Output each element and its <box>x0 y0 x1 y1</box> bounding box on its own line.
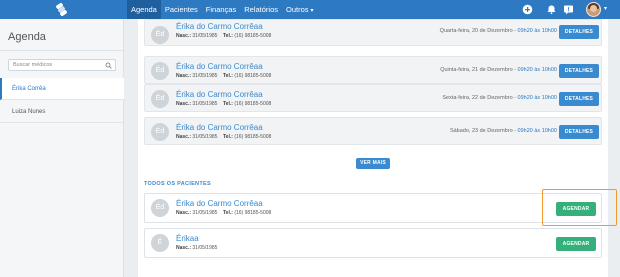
sidebar-title: Agenda <box>8 31 46 43</box>
patient-info: Nasc.: 31/05/1985 Tel.: (16) 98185-5008 <box>176 33 272 39</box>
user-avatar[interactable] <box>586 2 601 17</box>
doctor-search-input[interactable] <box>9 60 105 70</box>
nav-financas-label: Finanças <box>205 5 237 14</box>
appointment-card: Éd Érika do Carmo Corrêaa Nasc.: 31/05/1… <box>144 84 602 112</box>
patient-avatar: Éd <box>151 62 169 80</box>
nav-agenda[interactable]: Agenda <box>127 0 161 19</box>
appointment-date: Quarta-feira, 20 de Dezembro - <box>439 28 518 34</box>
highlight-box <box>542 189 617 226</box>
patient-card: Éd Érika do Carmo Corrêaa Nasc.: 31/05/1… <box>144 193 602 223</box>
message-icon[interactable] <box>563 4 574 15</box>
appointment-card: Éd Érika do Carmo Corrêaa Nasc.: 31/05/1… <box>144 117 602 145</box>
patient-avatar: Éd <box>151 90 169 108</box>
appointment-date: Sexta-feira, 22 de Dezembro - <box>442 95 518 101</box>
schedule-button[interactable]: AGENDAR <box>556 237 596 251</box>
patient-avatar: É <box>151 234 169 252</box>
appointment-datetime: Sábado, 23 de Dezembro - 09h20 às 10h00 <box>450 128 557 134</box>
appointment-datetime: Sexta-feira, 22 de Dezembro - 09h20 às 1… <box>442 95 557 101</box>
appointment-date: Quinta-feira, 21 de Dezembro - <box>440 67 518 73</box>
chevron-down-icon: ▾ <box>310 8 314 14</box>
user-menu-chevron-icon[interactable]: ▾ <box>604 5 607 12</box>
patient-name[interactable]: Érika do Carmo Corrêaa <box>176 123 263 132</box>
nav-outros[interactable]: Outros ▾ <box>282 0 318 19</box>
avatar-face <box>590 5 597 12</box>
sidebar-item-label: Érika Corrêa <box>12 86 46 92</box>
patient-info: Nasc.: 31/05/1985 Tel.: (16) 98185-5008 <box>176 101 272 107</box>
appointment-datetime: Quinta-feira, 21 de Dezembro - 09h20 às … <box>440 67 557 73</box>
appointment-date: Sábado, 23 de Dezembro - <box>449 128 518 134</box>
patient-name[interactable]: Érika do Carmo Corrêaa <box>176 62 263 71</box>
nav-agenda-label: Agenda <box>131 5 157 14</box>
appointment-card: Éd Érika do Carmo Corrêaa Nasc.: 31/05/1… <box>144 56 602 84</box>
patient-info: Nasc.: 31/05/1985 <box>176 245 218 251</box>
appointment-time: 09h20 às 10h00 <box>517 28 557 34</box>
main-content: Éd Érika do Carmo Corrêaa Nasc.: 31/05/1… <box>138 19 608 277</box>
details-button[interactable]: DETALHES <box>559 125 599 139</box>
patient-name[interactable]: Érika do Carmo Corrêaa <box>176 199 263 208</box>
sidebar-item-label: Luiza Nunes <box>12 109 46 115</box>
nav-pacientes[interactable]: Pacientes <box>161 0 202 19</box>
patient-avatar: Éd <box>151 199 169 217</box>
appointment-datetime: Quarta-feira, 20 de Dezembro - 09h20 às … <box>440 28 557 34</box>
appointment-time: 09h20 às 10h00 <box>517 95 557 101</box>
patient-info: Nasc.: 31/05/1985 Tel.: (16) 98185-5008 <box>176 73 272 79</box>
patient-card: É Érikaa Nasc.: 31/05/1985 AGENDAR <box>144 228 602 258</box>
bell-icon[interactable] <box>546 4 557 15</box>
logo-area <box>0 0 124 19</box>
search-icon[interactable] <box>105 62 112 69</box>
sidebar: Agenda Érika Corrêa Luiza Nunes <box>0 19 124 277</box>
app-logo-icon[interactable] <box>55 3 68 16</box>
sidebar-item-luiza-nunes[interactable]: Luiza Nunes <box>0 101 124 123</box>
appointment-card: Éd Érika do Carmo Corrêaa Nasc.: 31/05/1… <box>144 19 602 46</box>
details-button[interactable]: DETALHES <box>559 25 599 39</box>
add-icon[interactable] <box>522 4 533 15</box>
nav-relatorios[interactable]: Relatórios <box>240 0 282 19</box>
main-nav: Agenda Pacientes Finanças Relatórios Out… <box>127 0 318 19</box>
nav-relatorios-label: Relatórios <box>244 5 278 14</box>
patient-name[interactable]: Érikaa <box>176 234 199 243</box>
details-button[interactable]: DETALHES <box>559 64 599 78</box>
see-more-button[interactable]: VER MAIS <box>356 158 390 169</box>
patient-info: Nasc.: 31/05/1985 Tel.: (16) 98185-5008 <box>176 210 272 216</box>
section-title-all-patients: TODOS OS PACIENTES <box>144 181 211 187</box>
patient-name[interactable]: Érika do Carmo Corrêaa <box>176 90 263 99</box>
sidebar-divider <box>0 50 124 51</box>
nav-pacientes-label: Pacientes <box>164 5 198 14</box>
nav-financas[interactable]: Finanças <box>202 0 240 19</box>
patient-avatar: Éd <box>151 26 169 44</box>
nav-outros-label: Outros <box>286 5 309 14</box>
doctor-search[interactable] <box>8 59 116 71</box>
appointment-time: 09h20 às 10h00 <box>517 128 557 134</box>
top-navbar: Agenda Pacientes Finanças Relatórios Out… <box>0 0 620 19</box>
patient-name[interactable]: Érika do Carmo Corrêaa <box>176 22 263 31</box>
details-button[interactable]: DETALHES <box>559 92 599 106</box>
patient-avatar: Éd <box>151 123 169 141</box>
patient-info: Nasc.: 31/05/1985 Tel.: (16) 98185-5008 <box>176 134 272 140</box>
appointment-time: 09h20 às 10h00 <box>517 67 557 73</box>
sidebar-item-erika-correa[interactable]: Érika Corrêa <box>0 78 124 100</box>
